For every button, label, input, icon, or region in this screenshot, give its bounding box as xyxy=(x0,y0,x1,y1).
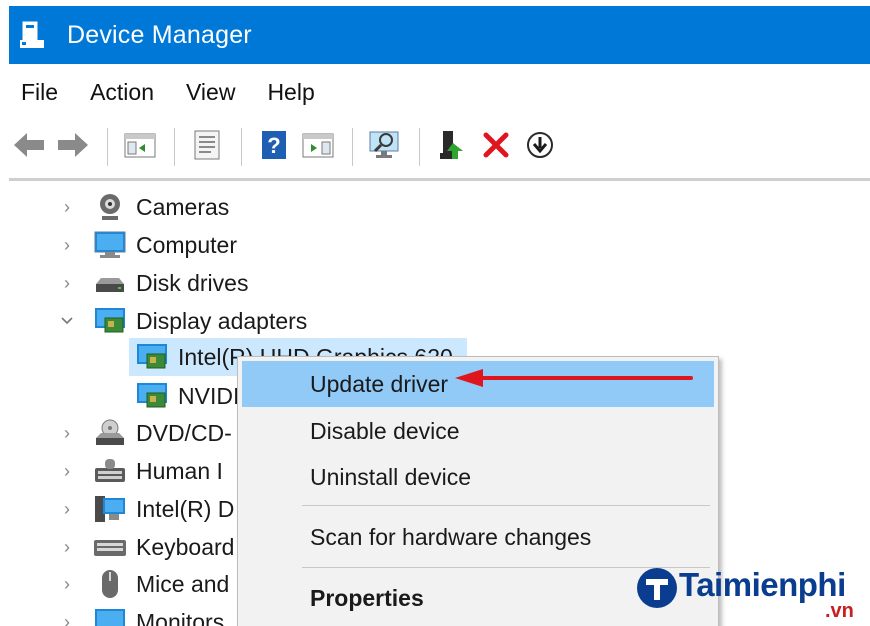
chevron-right-icon[interactable]: › xyxy=(59,499,75,519)
help-icon: ? xyxy=(259,129,289,166)
tree-item-label: DVD/CD- xyxy=(136,419,232,446)
device-manager-window: Device Manager File Action View Help ? ›… xyxy=(9,6,870,626)
tree-item-nvidia[interactable]: NVIDIA xyxy=(129,377,255,415)
forward-button[interactable] xyxy=(53,127,93,167)
tree-item-mice[interactable]: › Mice and xyxy=(59,565,229,603)
menu-item-disable-device[interactable]: Disable device xyxy=(242,408,714,454)
menu-item-uninstall-device[interactable]: Uninstall device xyxy=(242,454,714,500)
chevron-right-icon[interactable]: › xyxy=(59,273,75,293)
action-pane-icon xyxy=(301,130,335,165)
toolbar: ? xyxy=(9,116,870,178)
chevron-right-icon[interactable]: › xyxy=(59,423,75,443)
properties-button[interactable] xyxy=(187,127,227,167)
dvd-drive-icon xyxy=(93,418,127,448)
tree-item-human-interface-devices[interactable]: › Human I xyxy=(59,452,223,490)
forward-arrow-icon xyxy=(56,130,90,165)
menu-item-scan-hardware[interactable]: Scan for hardware changes xyxy=(242,514,714,560)
scan-hardware-button[interactable] xyxy=(365,127,405,167)
menu-bar: File Action View Help xyxy=(9,72,335,112)
chevron-right-icon[interactable]: › xyxy=(59,197,75,217)
tree-item-keyboards[interactable]: › Keyboard xyxy=(59,528,234,566)
disk-drive-icon xyxy=(93,268,127,298)
tree-item-intel-dynamic[interactable]: › Intel(R) D xyxy=(59,490,234,528)
enable-device-button[interactable] xyxy=(520,127,560,167)
window-title: Device Manager xyxy=(67,20,252,49)
menu-separator xyxy=(302,505,710,506)
properties-sheet-icon xyxy=(190,129,224,166)
chevron-right-icon[interactable]: › xyxy=(59,235,75,255)
intel-device-icon xyxy=(93,494,127,524)
watermark-domain: .vn xyxy=(825,600,854,622)
toolbar-separator xyxy=(419,128,420,166)
scan-hardware-icon xyxy=(367,129,403,166)
mouse-icon xyxy=(93,569,127,599)
menu-help[interactable]: Help xyxy=(267,79,314,106)
tree-item-label: Intel(R) D xyxy=(136,495,235,522)
uninstall-button[interactable] xyxy=(476,127,516,167)
menu-action[interactable]: Action xyxy=(90,79,154,106)
monitor-icon xyxy=(93,607,127,626)
tree-item-label: Human I xyxy=(136,457,223,484)
tree-item-display-adapters[interactable]: Display adapters xyxy=(59,302,307,340)
console-tree-icon xyxy=(123,130,157,165)
tree-item-dvd-cd-rom[interactable]: › DVD/CD- xyxy=(59,414,232,452)
display-adapter-icon xyxy=(93,306,127,336)
chevron-down-icon[interactable] xyxy=(59,313,75,329)
menu-view[interactable]: View xyxy=(186,79,235,106)
computer-icon xyxy=(93,230,127,260)
show-hide-action-pane-button[interactable] xyxy=(298,127,338,167)
device-manager-icon xyxy=(17,19,49,51)
toolbar-separator xyxy=(241,128,242,166)
annotation-arrow xyxy=(455,369,693,387)
chevron-right-icon[interactable]: › xyxy=(59,461,75,481)
tree-item-monitors[interactable]: › Monitors xyxy=(59,603,224,626)
tree-item-label: Monitors xyxy=(136,608,225,626)
back-arrow-icon xyxy=(12,130,46,165)
watermark-text: Taimienphi xyxy=(679,566,846,603)
display-adapter-icon xyxy=(135,381,169,411)
back-button[interactable] xyxy=(9,127,49,167)
tree-item-label: Disk drives xyxy=(136,269,249,296)
watermark-t-icon xyxy=(635,566,679,615)
tree-item-cameras[interactable]: › Cameras xyxy=(59,188,229,226)
toolbar-separator xyxy=(352,128,353,166)
chevron-right-icon[interactable]: › xyxy=(59,574,75,594)
toolbar-separator xyxy=(174,128,175,166)
chevron-right-icon[interactable]: › xyxy=(59,612,75,626)
tree-item-label: Display adapters xyxy=(136,307,308,334)
update-driver-icon xyxy=(437,129,467,166)
display-adapter-icon xyxy=(135,342,169,372)
uninstall-icon xyxy=(481,130,511,165)
show-hide-console-tree-button[interactable] xyxy=(120,127,160,167)
tree-item-computer[interactable]: › Computer xyxy=(59,226,237,264)
tree-item-label: Keyboard xyxy=(136,533,235,560)
watermark-logo: Taimienphi .vn xyxy=(635,566,854,626)
tree-item-label: Cameras xyxy=(136,193,230,220)
help-button[interactable]: ? xyxy=(254,127,294,167)
update-driver-button[interactable] xyxy=(432,127,472,167)
menu-file[interactable]: File xyxy=(21,79,58,106)
title-bar: Device Manager xyxy=(9,6,870,64)
tree-item-label: Computer xyxy=(136,231,237,258)
hid-icon xyxy=(93,456,127,486)
download-icon xyxy=(525,130,555,165)
toolbar-separator xyxy=(107,128,108,166)
camera-icon xyxy=(93,192,127,222)
tree-item-disk-drives[interactable]: › Disk drives xyxy=(59,264,248,302)
svg-text:?: ? xyxy=(267,133,280,158)
chevron-right-icon[interactable]: › xyxy=(59,537,75,557)
tree-item-label: Mice and xyxy=(136,570,230,597)
keyboard-icon xyxy=(93,532,127,562)
